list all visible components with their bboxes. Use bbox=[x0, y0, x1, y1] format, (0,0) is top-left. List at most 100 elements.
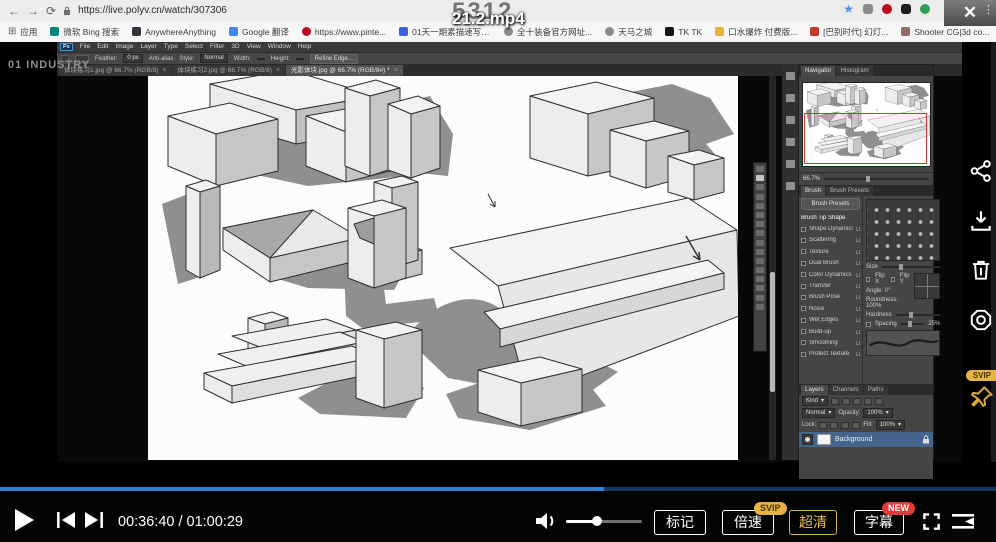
bookmark-item[interactable]: [巴别时代] 幻灯... bbox=[810, 26, 888, 38]
ps-menu-help[interactable]: Help bbox=[298, 44, 311, 51]
tab-brush-presets[interactable]: Brush Presets bbox=[826, 186, 873, 196]
ps-menu-image[interactable]: Image bbox=[115, 44, 133, 51]
fullscreen-icon[interactable] bbox=[922, 512, 941, 536]
brush-option[interactable]: Protect Texture bbox=[801, 349, 860, 360]
bookmark-item[interactable]: https://www.pinte... bbox=[302, 27, 386, 37]
lock-transparent-icon[interactable] bbox=[819, 422, 827, 429]
filter-smartobject-icon[interactable] bbox=[875, 398, 883, 405]
checkbox[interactable] bbox=[801, 272, 806, 277]
style-select[interactable]: Normal bbox=[200, 54, 227, 63]
history-brush-tool-icon[interactable] bbox=[756, 249, 764, 255]
fill-value[interactable]: 100%▾ bbox=[876, 420, 905, 430]
tab-channels[interactable]: Channels bbox=[829, 385, 863, 395]
play-button[interactable] bbox=[13, 508, 35, 537]
lock-all-icon[interactable] bbox=[852, 422, 860, 429]
tab-close-icon[interactable]: × bbox=[394, 65, 398, 76]
volume-knob[interactable] bbox=[592, 516, 602, 526]
doc-tab-active[interactable]: 光影体块.jpg @ 66.7% (RGB/8#) *× bbox=[286, 65, 403, 76]
ps-menu-file[interactable]: File bbox=[80, 44, 90, 51]
brush-option[interactable]: Color Dynamics bbox=[801, 269, 860, 280]
bookmark-star-icon[interactable]: ★ bbox=[843, 2, 854, 16]
brush-option[interactable]: Noise bbox=[801, 303, 860, 314]
spacing-checkbox[interactable] bbox=[866, 322, 871, 327]
brush-option[interactable]: Transfer bbox=[801, 280, 860, 291]
next-button[interactable] bbox=[84, 512, 103, 533]
bookmark-item[interactable]: Google 翻译 bbox=[229, 26, 289, 38]
refine-edge-button[interactable]: Refine Edge... bbox=[310, 54, 358, 64]
delete-icon[interactable] bbox=[968, 257, 994, 283]
ps-menu-select[interactable]: Select bbox=[185, 44, 203, 51]
crop-tool-icon[interactable] bbox=[756, 203, 764, 209]
ps-menu-filter[interactable]: Filter bbox=[210, 44, 224, 51]
brush-angle-control[interactable] bbox=[914, 273, 940, 299]
layer-filter-kind[interactable]: Kind▾ bbox=[802, 396, 828, 406]
eraser-tool-icon[interactable] bbox=[756, 258, 764, 264]
bookmark-apps[interactable]: ⊞ 应用 bbox=[8, 26, 37, 38]
brush-option[interactable]: Scattering bbox=[801, 235, 860, 246]
type-tool-icon[interactable] bbox=[756, 295, 764, 301]
brush-option[interactable]: Wet Edges bbox=[801, 315, 860, 326]
info-panel-icon[interactable] bbox=[786, 182, 795, 190]
brush-option[interactable]: Dual Brush bbox=[801, 258, 860, 269]
brush-option[interactable]: Brush Tip Shape bbox=[801, 212, 860, 223]
brush-option[interactable]: Brush Pose bbox=[801, 292, 860, 303]
brush-tool-icon[interactable] bbox=[756, 230, 764, 236]
shape-tool-icon[interactable] bbox=[756, 304, 764, 310]
ps-canvas[interactable] bbox=[148, 76, 738, 460]
refresh-icon[interactable]: ⟳ bbox=[46, 5, 56, 17]
slider-handle[interactable] bbox=[908, 321, 912, 327]
tab-histogram[interactable]: Histogram bbox=[836, 66, 872, 76]
brush-spacing-slider[interactable] bbox=[901, 323, 925, 325]
tab-close-icon[interactable]: × bbox=[276, 65, 280, 76]
forward-icon[interactable]: → bbox=[27, 5, 39, 17]
brush-option[interactable]: Build-up bbox=[801, 326, 860, 337]
mark-button[interactable]: 标记 bbox=[654, 510, 706, 535]
ps-menu-window[interactable]: Window bbox=[268, 44, 291, 51]
playlist-icon[interactable] bbox=[952, 513, 974, 535]
lock-icon[interactable] bbox=[856, 330, 860, 334]
lock-icon[interactable] bbox=[856, 261, 860, 265]
feather-input[interactable]: 0 px bbox=[123, 54, 142, 63]
lock-icon[interactable] bbox=[856, 295, 860, 299]
checkbox[interactable] bbox=[801, 284, 806, 289]
flip-y-checkbox[interactable] bbox=[891, 277, 895, 282]
back-icon[interactable]: ← bbox=[8, 5, 20, 17]
checkbox[interactable] bbox=[801, 352, 806, 357]
brush-presets-button[interactable]: Brush Presets bbox=[801, 198, 860, 210]
checkbox[interactable] bbox=[801, 340, 806, 345]
volume-icon[interactable] bbox=[535, 512, 557, 535]
color-panel-icon[interactable] bbox=[786, 72, 795, 80]
gradient-tool-icon[interactable] bbox=[756, 267, 764, 273]
styles-panel-icon[interactable] bbox=[786, 138, 795, 146]
lock-pixels-icon[interactable] bbox=[830, 422, 838, 429]
checkbox[interactable] bbox=[801, 227, 806, 232]
filter-type-icon[interactable] bbox=[853, 398, 861, 405]
ps-menu-layer[interactable]: Layer bbox=[141, 44, 157, 51]
record-icon[interactable] bbox=[968, 307, 994, 333]
pin-icon[interactable] bbox=[968, 384, 995, 416]
healing-tool-icon[interactable] bbox=[756, 221, 764, 227]
layer-row-background[interactable]: Background bbox=[799, 432, 933, 447]
checkbox[interactable] bbox=[801, 249, 806, 254]
lock-icon[interactable] bbox=[856, 273, 860, 277]
checkbox[interactable] bbox=[801, 295, 806, 300]
tab-layers[interactable]: Layers bbox=[801, 385, 828, 395]
lock-icon[interactable] bbox=[856, 250, 860, 254]
pen-tool-icon[interactable] bbox=[756, 285, 764, 291]
bookmark-item[interactable]: 天马之城 bbox=[605, 26, 652, 38]
checkbox[interactable] bbox=[801, 329, 806, 334]
scrollbar-thumb[interactable] bbox=[770, 272, 775, 392]
brush-tip-grid[interactable] bbox=[866, 199, 940, 261]
bookmark-item[interactable]: TK TK bbox=[665, 27, 702, 37]
tab-brush[interactable]: Brush bbox=[801, 186, 825, 196]
lock-icon[interactable] bbox=[856, 284, 860, 288]
lock-icon[interactable] bbox=[856, 318, 860, 322]
share-icon[interactable] bbox=[968, 158, 994, 184]
bookmark-item[interactable]: 口水爆炸 付费版... bbox=[715, 26, 797, 38]
brush-option[interactable]: Shape Dynamics bbox=[801, 223, 860, 234]
doc-tab[interactable]: 体块练习2.jpg @ 66.7% (RGB/8)× bbox=[172, 65, 284, 76]
ps-menu-3d[interactable]: 3D bbox=[231, 44, 239, 51]
pinterest-icon[interactable] bbox=[882, 4, 892, 14]
bookmark-item[interactable]: 微软 Bing 搜索 bbox=[50, 26, 119, 38]
slider-handle[interactable] bbox=[866, 176, 870, 182]
